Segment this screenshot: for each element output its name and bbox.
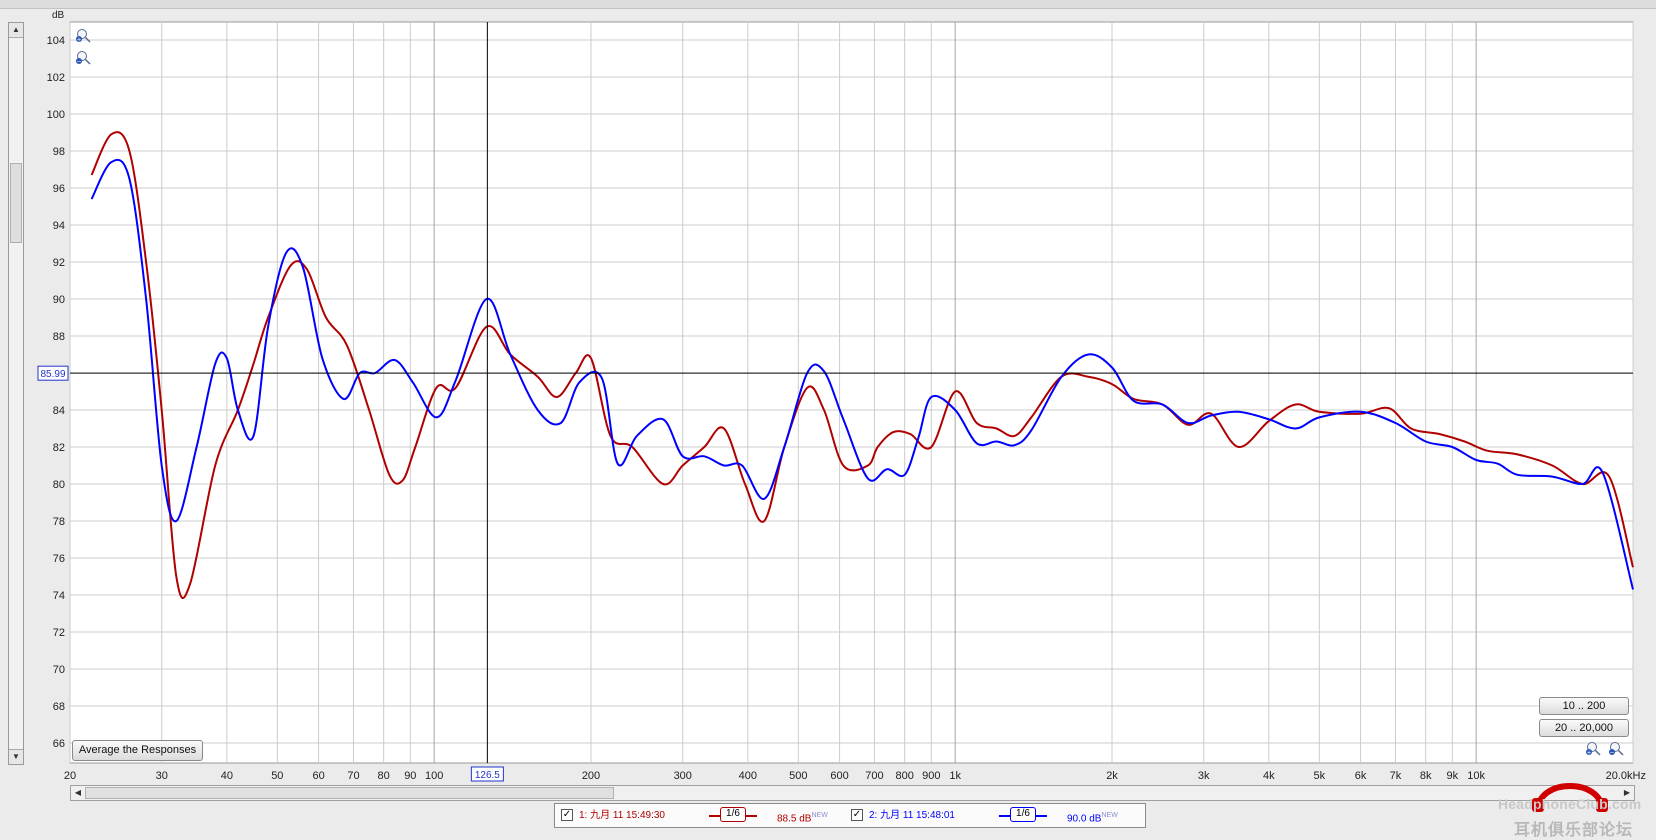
scroll-left-icon[interactable]: ◀	[71, 786, 85, 800]
x-tick-label: 900	[922, 770, 940, 782]
measurement-1-new-tag: NEW	[811, 812, 828, 819]
svg-text:+: +	[76, 37, 81, 44]
x-tick-label: 20	[64, 770, 76, 782]
y-tick-label: 68	[53, 701, 65, 713]
y-tick-label: 72	[53, 627, 65, 639]
measurement-legend: ✓ 1: 九月 11 15:49:30 1/6 88.5 dBNEW ✓ 2: …	[554, 803, 1146, 828]
x-tick-label: 7k	[1390, 770, 1402, 782]
cursor-freq-label: 126.5	[475, 770, 500, 781]
x-tick-label: 9k	[1447, 770, 1459, 782]
x-tick-label: 10k	[1467, 770, 1485, 782]
measurement-1-smoothing[interactable]: 1/6	[720, 807, 746, 822]
measurement-2-label[interactable]: 2: 九月 11 15:48:01	[869, 804, 955, 827]
x-tick-label: 500	[789, 770, 807, 782]
y-tick-label: 74	[53, 590, 65, 602]
x-tick-label: 700	[865, 770, 883, 782]
y-tick-label: 84	[53, 405, 65, 417]
y-axis-unit: dB	[52, 10, 65, 21]
x-tick-label: 200	[582, 770, 600, 782]
y-tick-label: 70	[53, 664, 65, 676]
y-tick-label: 100	[47, 109, 65, 121]
x-axis-ticks: 20 30 40 50 60 70 80 90 100 200 300 400 500 600 700 800…	[64, 770, 1646, 782]
y-tick-label: 66	[53, 738, 65, 750]
y-tick-label: 78	[53, 516, 65, 528]
grid-lines	[69, 21, 1634, 764]
y-tick-label: 92	[53, 257, 65, 269]
x-tick-label: 30	[156, 770, 168, 782]
x-tick-label: 4k	[1263, 770, 1275, 782]
x-tick-label: 40	[221, 770, 233, 782]
y-tick-label: 98	[53, 146, 65, 158]
measurement-2-level: 90.0 dBNEW	[1067, 804, 1118, 827]
measurement-1-level-value: 88.5 dB	[777, 813, 812, 825]
y-tick-label: 80	[53, 479, 65, 491]
x-tick-label: 1k	[949, 770, 961, 782]
plot-area[interactable]	[69, 21, 1634, 764]
watermark: HeadphoneClub.com 耳机俱乐部论坛	[1496, 770, 1656, 839]
y-tick-label: 90	[53, 294, 65, 306]
y-tick-label: 94	[53, 220, 65, 232]
y-axis-ticks: 1041021009896949290888684828078767472706…	[47, 35, 65, 750]
x-tick-label: 90	[404, 770, 416, 782]
measurement-2-level-value: 90.0 dB	[1067, 813, 1102, 825]
measurement-2-new-tag: NEW	[1101, 812, 1118, 819]
y-tick-label: 102	[47, 72, 65, 84]
x-tick-label: 60	[312, 770, 324, 782]
horizontal-scroll-thumb[interactable]	[85, 787, 614, 799]
y-tick-label: 76	[53, 553, 65, 565]
x-tick-label: 100	[425, 770, 443, 782]
y-tick-label: 104	[47, 35, 65, 47]
y-tick-label: 82	[53, 442, 65, 454]
x-tick-label: 8k	[1420, 770, 1432, 782]
cursor-level-label: 85.99	[40, 369, 65, 380]
range-20-20000-button[interactable]: 20 .. 20,000	[1539, 719, 1629, 737]
watermark-chinese: 耳机俱乐部论坛	[1514, 822, 1634, 839]
x-tick-label: 2k	[1106, 770, 1118, 782]
measurement-1-checkbox[interactable]: ✓	[561, 809, 573, 821]
x-tick-label: 3k	[1198, 770, 1210, 782]
x-tick-label: 50	[271, 770, 283, 782]
measurement-2-checkbox[interactable]: ✓	[851, 809, 863, 821]
y-tick-label: 96	[53, 183, 65, 195]
range-10-200-button[interactable]: 10 .. 200	[1539, 697, 1629, 715]
x-tick-label: 6k	[1355, 770, 1367, 782]
x-tick-label: 80	[378, 770, 390, 782]
svg-text:−: −	[1609, 750, 1614, 757]
x-tick-label: 300	[674, 770, 692, 782]
measurement-1-label[interactable]: 1: 九月 11 15:49:30	[579, 804, 665, 827]
y-tick-label: 88	[53, 331, 65, 343]
frequency-response-chart[interactable]: 1041021009896949290888684828078767472706…	[0, 0, 1656, 790]
watermark-brand: HeadphoneClub.com	[1498, 796, 1642, 812]
x-tick-label: 400	[739, 770, 757, 782]
x-tick-label: 5k	[1314, 770, 1326, 782]
x-tick-label: 800	[895, 770, 913, 782]
svg-text:−: −	[76, 59, 81, 66]
x-tick-label: 600	[830, 770, 848, 782]
svg-text:+: +	[1586, 750, 1591, 757]
x-tick-label: 70	[347, 770, 359, 782]
measurement-1-level: 88.5 dBNEW	[777, 804, 828, 827]
measurement-2-smoothing[interactable]: 1/6	[1010, 807, 1036, 822]
horizontal-scrollbar[interactable]: ◀ ▶	[70, 785, 1635, 801]
average-responses-button[interactable]: Average the Responses	[72, 740, 203, 761]
